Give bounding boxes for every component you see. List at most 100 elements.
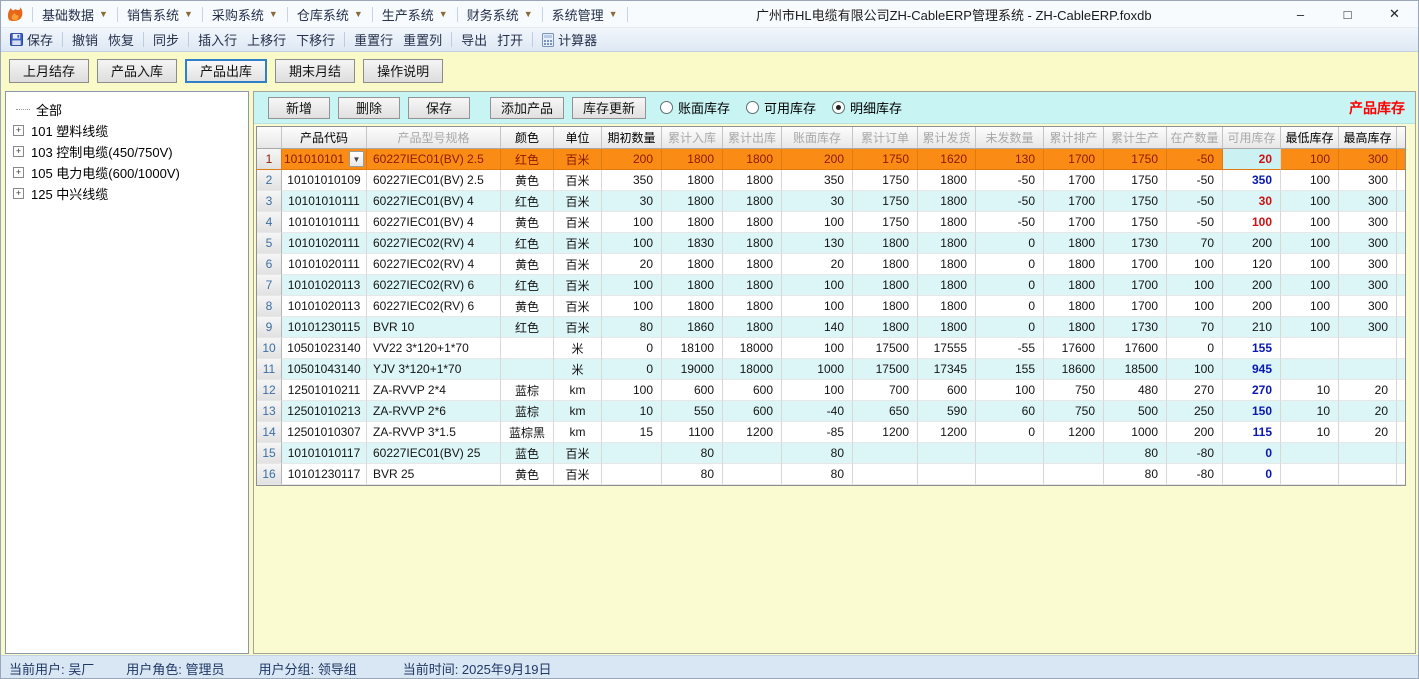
cell-unit[interactable]: km <box>554 422 602 443</box>
cell-unit[interactable]: 百米 <box>554 191 602 212</box>
cell-sched_total[interactable] <box>1044 443 1104 464</box>
radio-detail-stock[interactable]: 明细库存 <box>832 98 902 117</box>
cell-book_stock[interactable]: 100 <box>782 338 853 359</box>
cell-order_total[interactable]: 1800 <box>853 317 918 338</box>
cell-order_total[interactable]: 1750 <box>853 212 918 233</box>
cell-order_total[interactable]: 1750 <box>853 191 918 212</box>
cell-unit[interactable]: 百米 <box>554 317 602 338</box>
cell-avail[interactable]: 155 <box>1223 338 1281 359</box>
cell-min_stock[interactable]: 10 <box>1281 380 1339 401</box>
cell-code[interactable]: 10101020113 <box>282 275 367 296</box>
table-row[interactable]: 41010101011160227IEC01(BV) 4黄色百米10018001… <box>257 212 1405 233</box>
cell-max_stock[interactable] <box>1339 443 1397 464</box>
cell-spec[interactable]: 60227IEC02(RV) 4 <box>367 254 501 275</box>
row-number-cell[interactable]: 1 <box>257 149 282 170</box>
cell-ship_total[interactable]: 1800 <box>918 191 976 212</box>
cell-book_stock[interactable]: 140 <box>782 317 853 338</box>
cell-book_stock[interactable]: 100 <box>782 212 853 233</box>
table-row[interactable]: 1610101230117BVR 25黄色百米808080-800 <box>257 464 1405 485</box>
cell-qty_begin[interactable] <box>602 443 662 464</box>
column-header-order_total[interactable]: 累计订单 <box>853 127 918 149</box>
cell-unshipped[interactable]: 155 <box>976 359 1044 380</box>
cell-in_total[interactable]: 1100 <box>662 422 723 443</box>
column-header-unit[interactable]: 单位 <box>554 127 602 149</box>
tool-redo[interactable]: 恢复 <box>103 30 139 50</box>
cell-sched_total[interactable]: 1200 <box>1044 422 1104 443</box>
cell-spec[interactable]: BVR 10 <box>367 317 501 338</box>
maximize-button[interactable]: □ <box>1324 1 1371 28</box>
cell-unit[interactable]: 百米 <box>554 275 602 296</box>
cell-out_total[interactable] <box>723 443 782 464</box>
cell-in_prod[interactable]: -50 <box>1167 149 1223 170</box>
cell-max_stock[interactable]: 300 <box>1339 275 1397 296</box>
cell-min_stock[interactable]: 100 <box>1281 191 1339 212</box>
cell-in_total[interactable]: 1800 <box>662 149 723 170</box>
cell-avail[interactable]: 0 <box>1223 443 1281 464</box>
cell-in_prod[interactable]: -50 <box>1167 170 1223 191</box>
cell-min_stock[interactable] <box>1281 359 1339 380</box>
cell-spec[interactable]: VV22 3*120+1*70 <box>367 338 501 359</box>
cell-in_total[interactable]: 1800 <box>662 254 723 275</box>
table-row[interactable]: 21010101010960227IEC01(BV) 2.5黄色百米350180… <box>257 170 1405 191</box>
cell-unit[interactable]: 米 <box>554 359 602 380</box>
cell-qty_begin[interactable]: 100 <box>602 212 662 233</box>
cell-prod_total[interactable]: 18500 <box>1104 359 1167 380</box>
cell-avail[interactable]: 20 <box>1223 149 1281 170</box>
cell-color[interactable]: 黄色 <box>501 464 554 485</box>
cell-max_stock[interactable]: 300 <box>1339 212 1397 233</box>
cell-spec[interactable]: 60227IEC02(RV) 6 <box>367 275 501 296</box>
cell-unshipped[interactable]: 0 <box>976 275 1044 296</box>
cell-in_total[interactable]: 1860 <box>662 317 723 338</box>
cell-ship_total[interactable]: 1800 <box>918 254 976 275</box>
cell-sched_total[interactable]: 750 <box>1044 401 1104 422</box>
cell-avail[interactable]: 120 <box>1223 254 1281 275</box>
cell-in_prod[interactable]: 0 <box>1167 338 1223 359</box>
cell-spec[interactable]: ZA-RVVP 2*6 <box>367 401 501 422</box>
cell-unshipped[interactable]: 0 <box>976 422 1044 443</box>
cell-avail[interactable]: 945 <box>1223 359 1281 380</box>
cell-sched_total[interactable]: 1800 <box>1044 296 1104 317</box>
cell-unit[interactable]: 百米 <box>554 149 602 170</box>
cell-spec[interactable]: 60227IEC01(BV) 4 <box>367 191 501 212</box>
column-header-idx[interactable] <box>257 127 282 149</box>
cell-book_stock[interactable]: 100 <box>782 380 853 401</box>
column-header-qty_begin[interactable]: 期初数量 <box>602 127 662 149</box>
cell-qty_begin[interactable]: 10 <box>602 401 662 422</box>
cell-code[interactable]: 10101010117 <box>282 443 367 464</box>
cell-prod_total[interactable]: 1730 <box>1104 233 1167 254</box>
cell-order_total[interactable]: 1750 <box>853 170 918 191</box>
column-header-in_prod[interactable]: 在产数量 <box>1167 127 1223 149</box>
cell-book_stock[interactable]: 130 <box>782 233 853 254</box>
cell-avail[interactable]: 200 <box>1223 296 1281 317</box>
cell-order_total[interactable]: 17500 <box>853 338 918 359</box>
cell-avail[interactable]: 350 <box>1223 170 1281 191</box>
cell-spec[interactable]: 60227IEC02(RV) 6 <box>367 296 501 317</box>
cell-in_prod[interactable]: 250 <box>1167 401 1223 422</box>
cell-order_total[interactable]: 17500 <box>853 359 918 380</box>
cell-qty_begin[interactable]: 0 <box>602 338 662 359</box>
cell-code[interactable]: 10101230115 <box>282 317 367 338</box>
cell-in_prod[interactable]: 200 <box>1167 422 1223 443</box>
cell-max_stock[interactable]: 300 <box>1339 317 1397 338</box>
row-number-cell[interactable]: 6 <box>257 254 282 275</box>
cell-max_stock[interactable]: 300 <box>1339 233 1397 254</box>
table-row[interactable]: 1212501010211ZA-RVVP 2*4蓝棕km100600600100… <box>257 380 1405 401</box>
cell-max_stock[interactable]: 20 <box>1339 380 1397 401</box>
table-row[interactable]: 31010101011160227IEC01(BV) 4红色百米30180018… <box>257 191 1405 212</box>
cell-out_total[interactable]: 1200 <box>723 422 782 443</box>
cell-unshipped[interactable]: 60 <box>976 401 1044 422</box>
cell-qty_begin[interactable]: 30 <box>602 191 662 212</box>
cell-sched_total[interactable]: 17600 <box>1044 338 1104 359</box>
cell-unit[interactable]: 百米 <box>554 443 602 464</box>
cell-color[interactable] <box>501 359 554 380</box>
cell-order_total[interactable]: 650 <box>853 401 918 422</box>
cell-spec[interactable]: 60227IEC01(BV) 25 <box>367 443 501 464</box>
cell-max_stock[interactable]: 20 <box>1339 401 1397 422</box>
cell-min_stock[interactable]: 100 <box>1281 170 1339 191</box>
cell-out_total[interactable]: 1800 <box>723 212 782 233</box>
column-header-code[interactable]: 产品代码 <box>282 127 367 149</box>
cell-prod_total[interactable]: 480 <box>1104 380 1167 401</box>
cell-out_total[interactable]: 1800 <box>723 170 782 191</box>
cell-qty_begin[interactable]: 100 <box>602 296 662 317</box>
cell-out_total[interactable]: 1800 <box>723 254 782 275</box>
